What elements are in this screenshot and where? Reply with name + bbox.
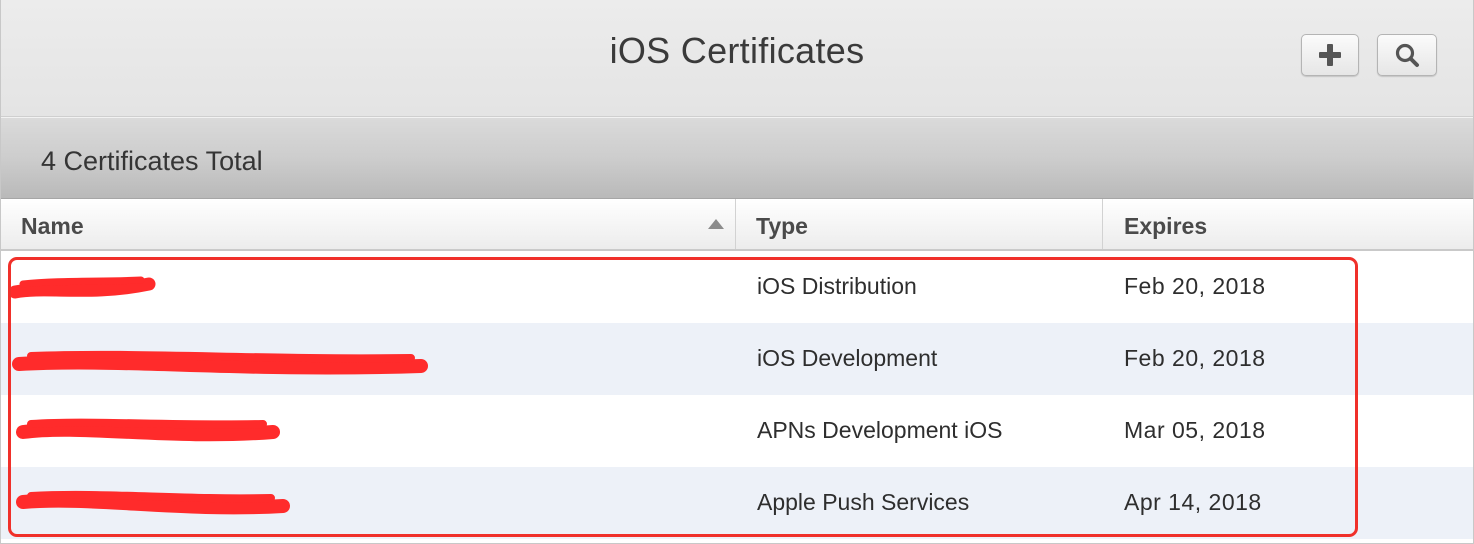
table-row[interactable]: iOS Distribution Feb 20, 2018 (1, 251, 1473, 323)
page-header: iOS Certificates (1, 0, 1473, 117)
certificate-expires: Mar 05, 2018 (1124, 417, 1266, 443)
search-icon (1395, 43, 1419, 67)
table-row[interactable]: iOS Development Feb 20, 2018 (1, 323, 1473, 395)
table-row[interactable]: Apple Push Services Apr 14, 2018 (1, 467, 1473, 539)
column-header-expires[interactable]: Expires (1103, 199, 1473, 249)
certificate-expires: Feb 20, 2018 (1124, 273, 1266, 299)
certificate-expires: Feb 20, 2018 (1124, 345, 1266, 371)
certificates-window: iOS Certificates 4 Certificates Total Na… (0, 0, 1474, 544)
column-header-type[interactable]: Type (736, 199, 1103, 249)
certificate-type: iOS Development (757, 345, 938, 371)
plus-icon (1319, 44, 1341, 66)
table-header: Name Type Expires (1, 199, 1473, 251)
summary-bar: 4 Certificates Total (1, 117, 1473, 199)
table-row[interactable]: APNs Development iOS Mar 05, 2018 (1, 395, 1473, 467)
certificate-count: 4 Certificates Total (41, 146, 263, 176)
search-button[interactable] (1377, 34, 1437, 76)
page-title: iOS Certificates (609, 30, 865, 71)
certificate-type: iOS Distribution (757, 273, 917, 299)
certificate-expires: Apr 14, 2018 (1124, 489, 1262, 515)
column-header-name[interactable]: Name (1, 199, 736, 249)
certificate-type: APNs Development iOS (757, 417, 1003, 443)
certificate-type: Apple Push Services (757, 489, 970, 515)
add-certificate-button[interactable] (1301, 34, 1359, 76)
sort-ascending-icon (708, 219, 724, 229)
